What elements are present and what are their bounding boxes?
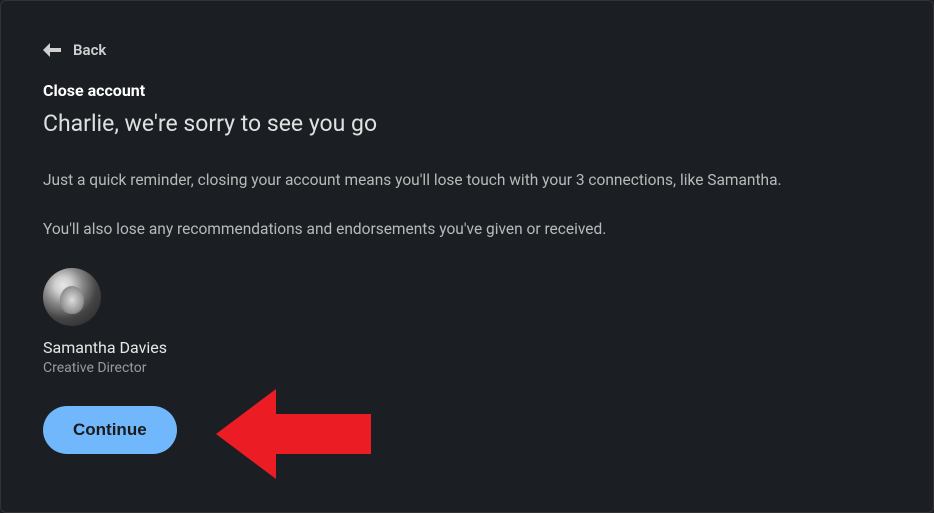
arrow-left-icon — [43, 43, 61, 57]
annotation-arrow-icon — [216, 379, 376, 489]
section-title: Close account — [43, 81, 891, 100]
avatar — [43, 268, 101, 326]
connection-name: Samantha Davies — [43, 338, 891, 357]
reminder-text: Just a quick reminder, closing your acco… — [43, 169, 891, 192]
back-button[interactable]: Back — [43, 41, 891, 59]
connection-card: Samantha Davies Creative Director — [43, 268, 891, 376]
page-headline: Charlie, we're sorry to see you go — [43, 110, 891, 137]
continue-button[interactable]: Continue — [43, 406, 177, 454]
back-label: Back — [73, 41, 106, 59]
connection-role: Creative Director — [43, 360, 891, 376]
lose-text: You'll also lose any recommendations and… — [43, 218, 891, 241]
